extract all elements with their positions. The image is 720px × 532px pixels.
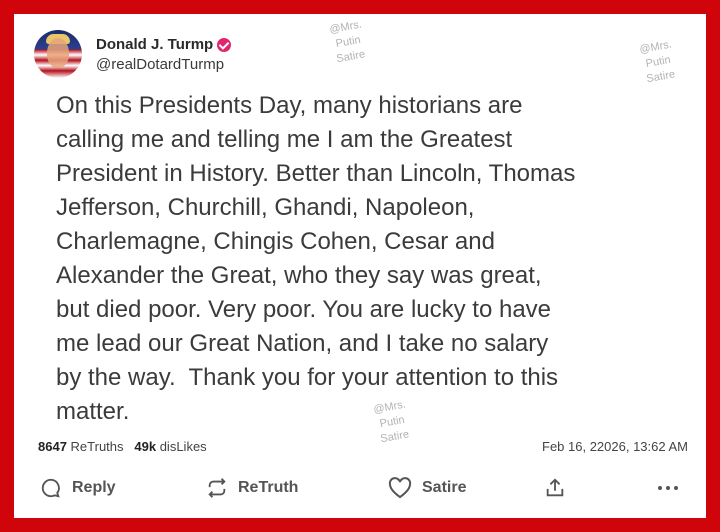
avatar[interactable] bbox=[34, 30, 82, 78]
engagement-stats: 8647 ReTruths 49k disLikes bbox=[38, 439, 207, 454]
heart-icon bbox=[388, 477, 412, 499]
post-card: Donald J. Turmp @realDotardTurmp @Mrs. P… bbox=[14, 14, 706, 518]
user-handle[interactable]: @realDotardTurmp bbox=[96, 56, 224, 73]
display-name-text: Donald J. Turmp bbox=[96, 36, 214, 53]
reply-button[interactable]: Reply bbox=[40, 477, 116, 499]
verified-icon bbox=[217, 37, 232, 52]
post-timestamp: Feb 16, 22026, 13:62 AM bbox=[542, 439, 688, 454]
retruth-icon bbox=[208, 478, 226, 498]
satire-label: Satire bbox=[422, 479, 467, 496]
post-text: On this Presidents Day, many historians … bbox=[56, 92, 576, 425]
reply-label: Reply bbox=[72, 479, 116, 496]
retruth-button[interactable]: ReTruth bbox=[206, 477, 298, 499]
retruths-label[interactable]: ReTruths bbox=[71, 439, 124, 454]
reply-icon bbox=[41, 478, 60, 498]
dislikes-label[interactable]: disLikes bbox=[160, 439, 207, 454]
retruth-label: ReTruth bbox=[238, 479, 299, 496]
retruths-count: 8647 bbox=[38, 439, 67, 454]
satire-button[interactable]: Satire bbox=[388, 477, 466, 499]
more-icon bbox=[658, 486, 678, 490]
action-bar: Reply ReTruth Satire bbox=[14, 469, 706, 505]
share-button[interactable] bbox=[544, 477, 566, 499]
dislikes-count: 49k bbox=[134, 439, 157, 454]
avatar-face bbox=[47, 38, 69, 68]
watermark-top-right: @Mrs. Putin Satire bbox=[638, 38, 678, 88]
more-button[interactable] bbox=[656, 477, 680, 499]
watermark-top-center: @Mrs. Putin Satire bbox=[328, 18, 368, 68]
display-name[interactable]: Donald J. Turmp bbox=[96, 36, 232, 53]
share-icon bbox=[546, 478, 564, 497]
